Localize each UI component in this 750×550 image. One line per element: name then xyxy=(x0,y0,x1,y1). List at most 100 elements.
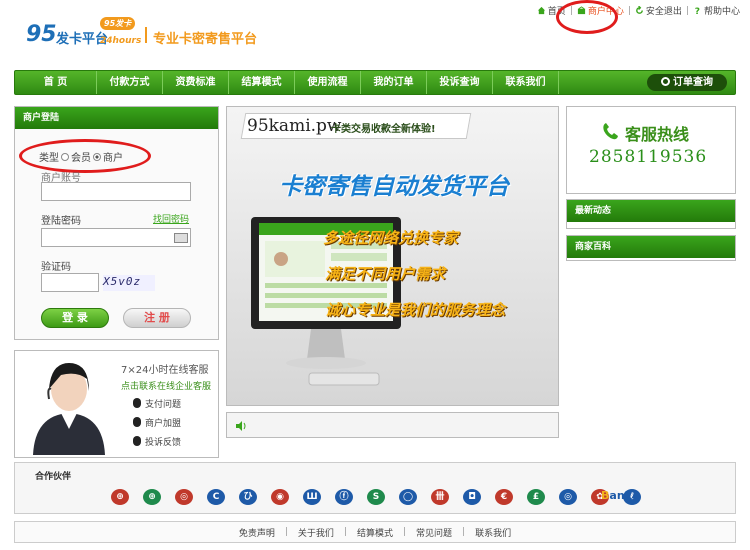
login-panel: 商户登陆 类型 会员 商户 商户账号 登陆密码 找回密码 验证码 X5v0z 登… xyxy=(14,106,219,340)
notice-bar xyxy=(226,412,559,438)
account-input[interactable] xyxy=(41,182,191,201)
order-query-button[interactable]: 订单查询 xyxy=(647,74,727,91)
partner-bank-logo-icon[interactable]: ◯ xyxy=(399,489,417,505)
partner-bank-logo-icon[interactable]: € xyxy=(495,489,513,505)
banner-slogan-2: 满足不同用户需求 xyxy=(325,265,446,283)
banner-headline: 卡类交易收款全新体验! xyxy=(331,124,436,135)
site-logo[interactable]: 95 发卡平台 95发卡 24hours xyxy=(26,14,141,52)
forgot-password-link[interactable]: 找回密码 xyxy=(153,212,189,225)
partner-bank-logo-icon[interactable]: ⓕ xyxy=(335,489,353,505)
highlight-circle-merchant xyxy=(556,0,618,34)
home-icon xyxy=(537,6,545,15)
order-query-label: 订单查询 xyxy=(673,77,713,88)
banner-slogan-1: 多途径网络兑换专家 xyxy=(323,229,459,247)
partner-bank-logo-icon[interactable]: ◎ xyxy=(175,489,193,505)
password-label: 登陆密码 xyxy=(41,216,81,227)
nav-home[interactable]: 首 页 xyxy=(15,71,97,94)
top-link-help-label: 帮助中心 xyxy=(703,7,740,17)
search-icon xyxy=(661,77,670,86)
captcha-label: 验证码 xyxy=(41,262,71,273)
partners-title: 合作伙伴 xyxy=(35,472,72,482)
footer-separator: | xyxy=(462,527,466,537)
support-link-payment[interactable]: 支付问题 xyxy=(133,397,181,410)
support-title: 7×24小时在线客服 xyxy=(121,365,209,376)
password-input[interactable] xyxy=(41,228,191,247)
keyboard-icon[interactable] xyxy=(174,233,188,243)
nav-payment[interactable]: 付款方式 xyxy=(97,71,163,94)
footer-separator: | xyxy=(284,527,288,537)
top-link-logout[interactable]: 安全退出 xyxy=(635,4,682,17)
login-button[interactable]: 登 录 xyxy=(41,308,109,328)
support-panel: 7×24小时在线客服 点击联系在线企业客服 支付问题 商户加盟 投诉反馈 xyxy=(14,350,219,458)
captcha-input[interactable] xyxy=(41,273,99,292)
logout-icon xyxy=(636,6,643,14)
news-title[interactable]: 最新动态 xyxy=(567,200,735,222)
hotline-panel: 客服热线 2858119536 xyxy=(566,106,736,194)
partner-bank-logo-icon[interactable]: £ xyxy=(527,489,545,505)
partner-bank-logo-icon[interactable]: S xyxy=(367,489,385,505)
highlight-circle-type xyxy=(19,139,151,173)
slogan-divider xyxy=(145,27,147,43)
hotline-number: 2858119536 xyxy=(589,147,708,167)
bank-logo-suffix: ank xyxy=(609,489,632,502)
footer-separator: | xyxy=(403,527,407,537)
footer-faq[interactable]: 常见问题 xyxy=(416,526,452,539)
support-link-join[interactable]: 商户加盟 xyxy=(133,416,181,429)
footer-separator: | xyxy=(343,527,347,537)
nav-settlement[interactable]: 结算模式 xyxy=(229,71,295,94)
partner-bank-logo-icon[interactable]: C xyxy=(207,489,225,505)
footer-disclaimer[interactable]: 免责声明 xyxy=(239,526,275,539)
partner-logo-bank[interactable]: Bank xyxy=(601,489,632,502)
footer-contact[interactable]: 联系我们 xyxy=(475,526,511,539)
partner-logos: ⊕ ⊕ ◎ C ひ ◉ Шⓕ S ◯ 卌 ◘ € £ ◎ ✿ ℓ xyxy=(111,489,651,505)
banner-slogan-3: 诚心专业是我们的服务理念 xyxy=(325,301,506,319)
top-link-separator: | xyxy=(685,5,689,16)
hotline-title: 客服热线 xyxy=(625,125,690,144)
qq-icon xyxy=(133,417,141,427)
footer-settlement[interactable]: 结算模式 xyxy=(357,526,393,539)
footer-about[interactable]: 关于我们 xyxy=(298,526,334,539)
support-link-join-label: 商户加盟 xyxy=(145,419,182,429)
logo-sub: 24hours xyxy=(100,36,142,46)
help-icon: ? xyxy=(695,7,700,15)
partner-bank-logo-icon[interactable]: ◘ xyxy=(463,489,481,505)
encyclopedia-panel: 商家百科 xyxy=(566,235,736,261)
phone-icon xyxy=(603,123,618,140)
customer-service-agent-image xyxy=(17,353,113,455)
support-contact-link[interactable]: 点击联系在线企业客服 xyxy=(121,379,211,392)
partner-bank-logo-icon[interactable]: ⊕ xyxy=(111,489,129,505)
news-panel: 最新动态 xyxy=(566,199,736,229)
top-link-separator: | xyxy=(627,5,631,16)
nav-fees[interactable]: 资费标准 xyxy=(163,71,229,94)
qq-icon xyxy=(133,398,141,408)
support-link-complaint-label: 投诉反馈 xyxy=(145,438,182,448)
nav-contact[interactable]: 联系我们 xyxy=(493,71,559,94)
footer-links: 免责声明 | 关于我们 | 结算模式 | 常见问题 | 联系我们 xyxy=(14,521,736,543)
support-link-payment-label: 支付问题 xyxy=(145,400,182,410)
partner-bank-logo-icon[interactable]: ◎ xyxy=(559,489,577,505)
promo-banner[interactable]: 95kami.pw 卡类交易收款全新体验! 卡密寄售自动发货平台 多途径网络兑换… xyxy=(226,106,559,406)
top-link-help[interactable]: ? 帮助中心 xyxy=(693,4,740,17)
support-links: 支付问题 商户加盟 投诉反馈 xyxy=(133,397,181,448)
partner-bank-logo-icon[interactable]: ⊕ xyxy=(143,489,161,505)
qq-icon xyxy=(133,436,141,446)
banner-title: 卡密寄售自动发货平台 xyxy=(279,174,509,200)
main-nav: 首 页 付款方式 资费标准 结算模式 使用流程 我的订单 投诉查询 联系我们 订… xyxy=(14,70,736,95)
partner-bank-logo-icon[interactable]: ひ xyxy=(239,489,257,505)
encyclopedia-title[interactable]: 商家百科 xyxy=(567,236,735,258)
partners-panel: 合作伙伴 ⊕ ⊕ ◎ C ひ ◉ Шⓕ S ◯ 卌 ◘ € £ ◎ ✿ ℓ Bank xyxy=(14,462,736,514)
speaker-icon[interactable] xyxy=(235,420,247,432)
nav-my-orders[interactable]: 我的订单 xyxy=(361,71,427,94)
register-button[interactable]: 注 册 xyxy=(123,308,191,328)
partner-bank-logo-icon[interactable]: 卌 xyxy=(431,489,449,505)
nav-complaints[interactable]: 投诉查询 xyxy=(427,71,493,94)
support-link-complaint[interactable]: 投诉反馈 xyxy=(133,435,181,448)
partner-bank-logo-icon[interactable]: ◉ xyxy=(271,489,289,505)
top-link-logout-label: 安全退出 xyxy=(645,7,682,17)
logo-tag: 95发卡 xyxy=(100,17,136,30)
captcha-image[interactable]: X5v0z xyxy=(103,275,155,291)
partner-bank-logo-icon[interactable]: Ш xyxy=(303,489,321,505)
banner-site: 95kami.pw xyxy=(247,116,342,136)
svg-text:?: ? xyxy=(695,7,700,15)
nav-process[interactable]: 使用流程 xyxy=(295,71,361,94)
